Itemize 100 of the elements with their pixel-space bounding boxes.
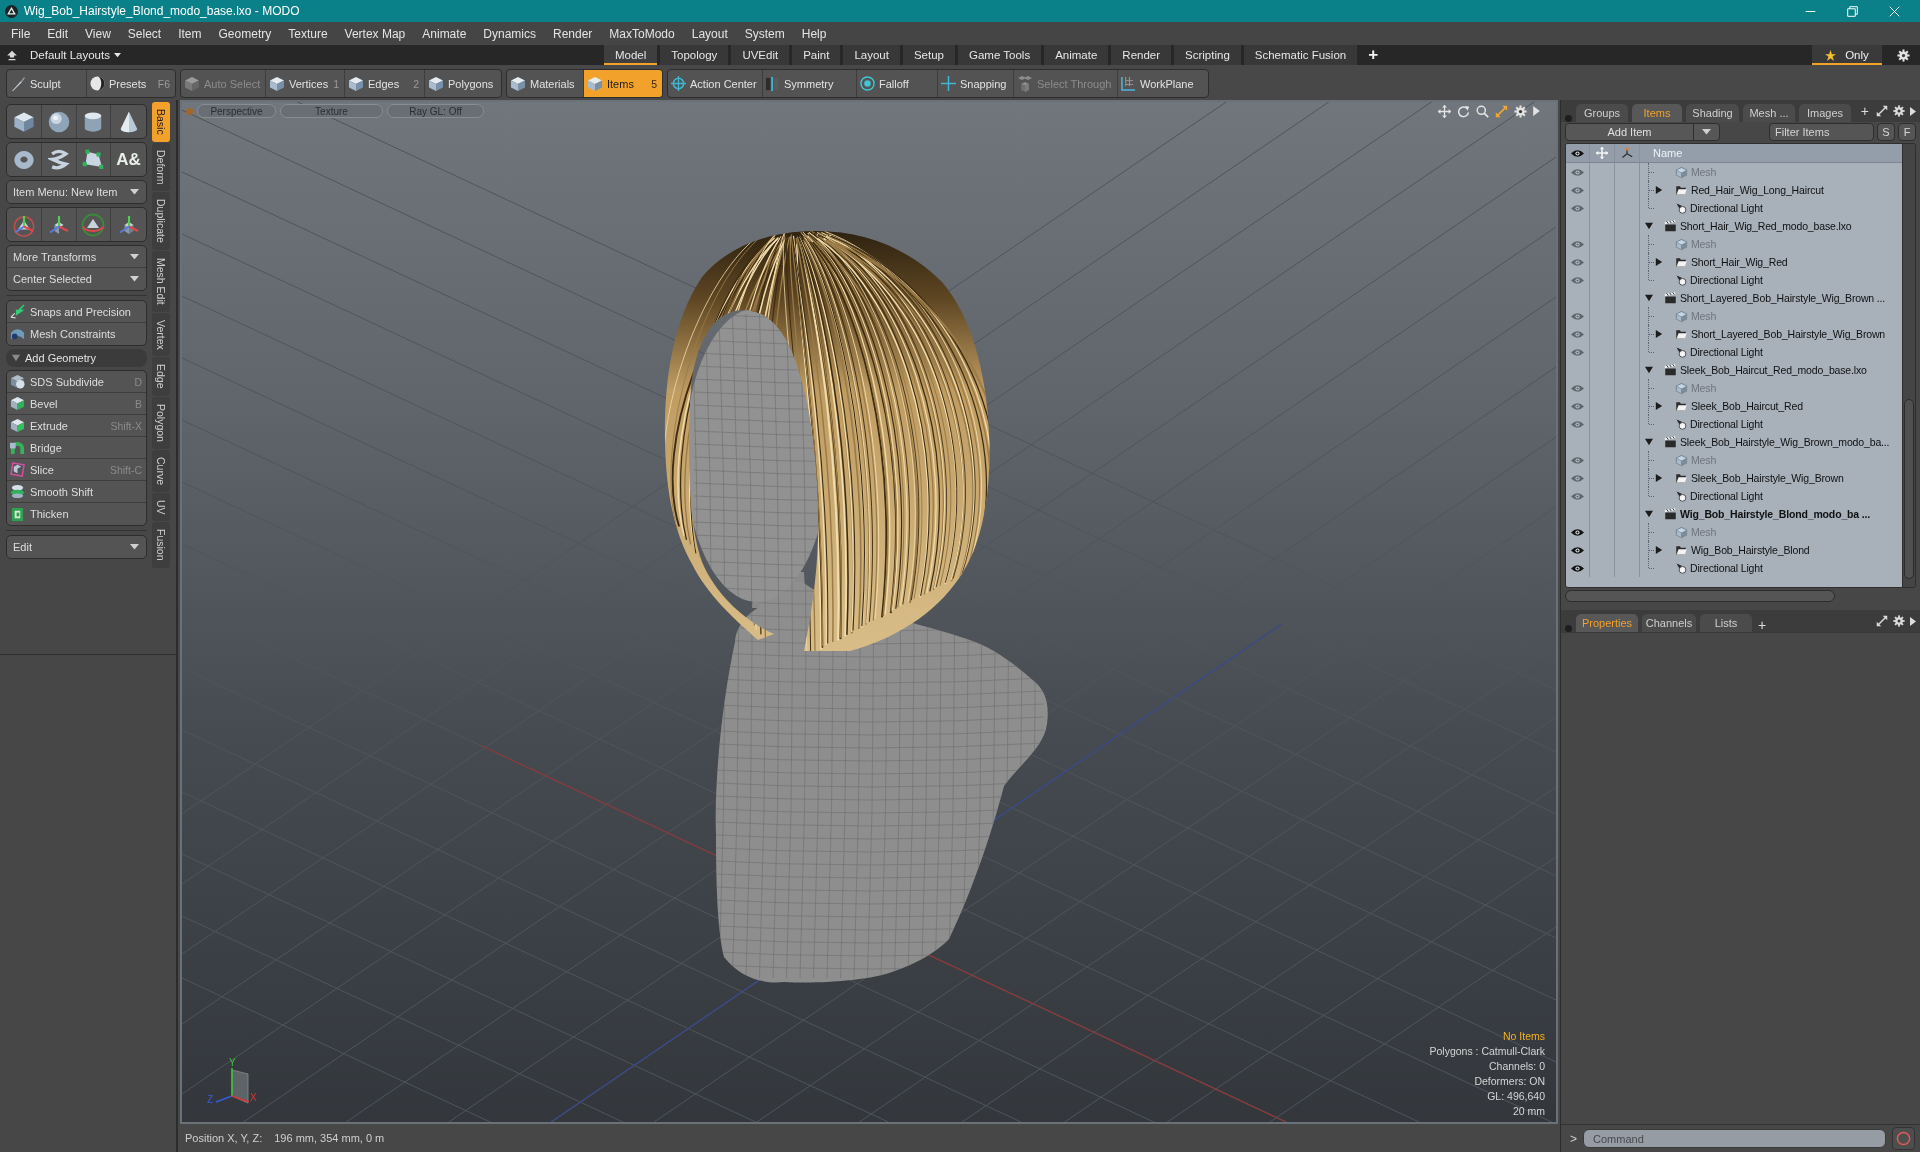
tree-item[interactable]: Directional Light — [1690, 202, 1763, 214]
layout-tab[interactable]: UVEdit — [731, 45, 790, 65]
toolbar-button[interactable]: Falloff — [857, 70, 938, 97]
settings-icon[interactable] — [1514, 104, 1527, 118]
settings-icon[interactable] — [1893, 615, 1905, 627]
menu-item[interactable]: Render — [553, 22, 593, 45]
menu-item[interactable]: View — [85, 22, 111, 45]
panel-tab[interactable]: Channels — [1642, 614, 1696, 632]
layout-tab[interactable]: Scripting — [1174, 45, 1241, 65]
transform-dropdown[interactable]: Center Selected — [7, 268, 146, 290]
up-arrow-icon[interactable] — [6, 49, 18, 61]
expand-arrows-icon[interactable] — [1876, 615, 1888, 627]
tool-row-button[interactable]: Bridge — [7, 437, 146, 459]
tree-item[interactable]: Directional Light — [1690, 274, 1763, 286]
collapse-triangle-icon[interactable] — [1645, 438, 1653, 446]
section-header[interactable]: Add Geometry — [6, 349, 147, 367]
layout-tab[interactable]: Game Tools — [958, 45, 1042, 65]
tree-item[interactable]: Wig_Bob_Hairstyle_Blond_modo_ba ... — [1680, 508, 1871, 520]
tool-row-button[interactable]: Thicken — [7, 503, 146, 525]
triangle-right-icon[interactable] — [1533, 106, 1540, 116]
tree-item[interactable]: Directional Light — [1690, 418, 1763, 430]
toolbar-button[interactable]: WorkPlane — [1118, 70, 1208, 97]
layout-preset-dropdown[interactable]: Default Layouts — [30, 49, 121, 61]
menu-item[interactable]: MaxToModo — [609, 22, 675, 45]
toolbar-button[interactable]: Polygons — [425, 70, 501, 97]
side-tab[interactable]: Polygon — [152, 396, 170, 449]
panel-menu-dot-icon[interactable] — [1565, 115, 1572, 122]
search-icon[interactable] — [1476, 104, 1489, 118]
toolbar-button[interactable]: Snapping — [938, 70, 1014, 97]
filter-field[interactable]: Filter Items — [1769, 123, 1874, 141]
menu-item[interactable]: System — [744, 22, 785, 45]
add-tab-button[interactable]: + — [1756, 618, 1769, 632]
side-tab[interactable]: Deform — [152, 142, 170, 192]
side-tab[interactable]: Curve — [152, 449, 170, 492]
menu-item[interactable]: Select — [127, 22, 162, 45]
tree-item[interactable]: Short_Hair_Wig_Red_modo_base.lxo — [1680, 220, 1852, 232]
tool-row-button[interactable]: Smooth Shift — [7, 481, 146, 503]
layout-tab[interactable]: Render — [1111, 45, 1172, 65]
layout-tab[interactable]: Model — [604, 45, 658, 65]
tree-item[interactable]: Short_Layered_Bob_Hairstyle_Wig_Brown ... — [1680, 292, 1886, 304]
toolbar-button[interactable]: Sculpt — [7, 70, 87, 97]
record-button[interactable] — [1892, 1127, 1915, 1150]
toolbar-button[interactable]: Vertices 1 — [266, 70, 345, 97]
scrollbar-thumb[interactable] — [1565, 590, 1835, 602]
tree-item[interactable]: Short_Hair_Wig_Red — [1691, 256, 1788, 268]
tree-item[interactable]: Red_Hair_Wig_Long_Haircut — [1691, 184, 1824, 196]
move-arrows-icon[interactable] — [1438, 104, 1451, 118]
toolbar-button[interactable]: Edges 2 — [345, 70, 425, 97]
side-tab[interactable]: Basic — [152, 102, 170, 142]
side-tab[interactable]: UV — [152, 492, 170, 522]
command-field[interactable]: Command — [1583, 1129, 1886, 1148]
tree-item[interactable]: Sleek_Bob_Haircut_Red — [1691, 400, 1803, 412]
tree-item[interactable]: Short_Layered_Bob_Hairstyle_Wig_Brown — [1691, 328, 1886, 340]
tree-item[interactable]: Sleek_Bob_Hairstyle_Wig_Brown_modo_ba... — [1680, 436, 1890, 448]
panel-tab[interactable]: Shading — [1686, 104, 1739, 122]
restore-icon[interactable] — [1847, 5, 1858, 17]
expand-triangle-icon[interactable] — [1655, 402, 1663, 410]
menu-item[interactable]: Animate — [422, 22, 467, 45]
scrollbar-thumb[interactable] — [1904, 399, 1914, 579]
add-item-dropdown[interactable]: Add Item — [1565, 123, 1720, 141]
text-tool-button[interactable]: A& — [111, 143, 146, 176]
triangle-right-icon[interactable] — [1910, 616, 1916, 626]
menu-item[interactable]: Dynamics — [483, 22, 536, 45]
layout-tab[interactable]: Animate — [1044, 45, 1109, 65]
side-tab[interactable]: Duplicate — [152, 192, 170, 250]
menu-item[interactable]: Edit — [47, 22, 69, 45]
tree-item[interactable]: Directional Light — [1690, 346, 1763, 358]
toolbar-button[interactable]: Symmetry — [763, 70, 857, 97]
settings-icon[interactable] — [1897, 48, 1910, 62]
scrollbar[interactable] — [1902, 144, 1915, 587]
tree-item[interactable]: Sleek_Bob_Hairstyle_Wig_Brown — [1691, 472, 1844, 484]
expand-triangle-icon[interactable] — [1655, 258, 1663, 266]
3d-viewport[interactable]: Perspective Texture Ray GL: Off Y Z X No Items Polygons : Catmull-Clark Channels: 0 Deformers: ON GL: 496,640 20 mm — [180, 100, 1558, 1124]
tool-row-button[interactable]: Snaps and Precision — [7, 301, 146, 323]
side-tab[interactable]: Vertex — [152, 312, 170, 357]
add-tab-button[interactable]: + — [1360, 45, 1387, 65]
tree-item[interactable]: Sleek_Bob_Haircut_Red_modo_base.lxo — [1680, 364, 1867, 376]
tree-item[interactable]: Directional Light — [1690, 490, 1763, 502]
collapse-triangle-icon[interactable] — [1645, 294, 1653, 302]
only-filter-toggle[interactable]: Only — [1812, 45, 1882, 65]
side-tab[interactable]: Fusion — [152, 522, 170, 568]
item-menu-dropdown[interactable]: Item Menu: New Item — [7, 181, 146, 203]
collapse-triangle-icon[interactable] — [1645, 222, 1653, 230]
panel-tab[interactable]: Images — [1799, 104, 1851, 122]
side-tab[interactable]: Edge — [152, 357, 170, 396]
toolbar-button[interactable]: Presets F6 — [87, 70, 175, 97]
menu-item[interactable]: Help — [801, 22, 827, 45]
filter-toggle-button[interactable]: S — [1877, 123, 1895, 141]
tree-item[interactable]: Wig_Bob_Hairstyle_Blond — [1691, 544, 1810, 556]
filter-toggle-button[interactable]: F — [1898, 123, 1916, 141]
layout-tab[interactable]: Topology — [660, 45, 729, 65]
menu-item[interactable]: Texture — [288, 22, 328, 45]
tool-row-button[interactable]: Mesh Constraints — [7, 323, 146, 345]
expand-arrows-icon[interactable] — [1876, 105, 1888, 117]
panel-tab[interactable]: Items — [1632, 104, 1682, 122]
collapse-triangle-icon[interactable] — [1645, 510, 1653, 518]
expand-triangle-icon[interactable] — [1655, 186, 1663, 194]
transform-dropdown[interactable]: More Transforms — [7, 246, 146, 268]
side-tab[interactable]: Mesh Edit — [152, 250, 170, 312]
menu-item[interactable]: Item — [178, 22, 202, 45]
